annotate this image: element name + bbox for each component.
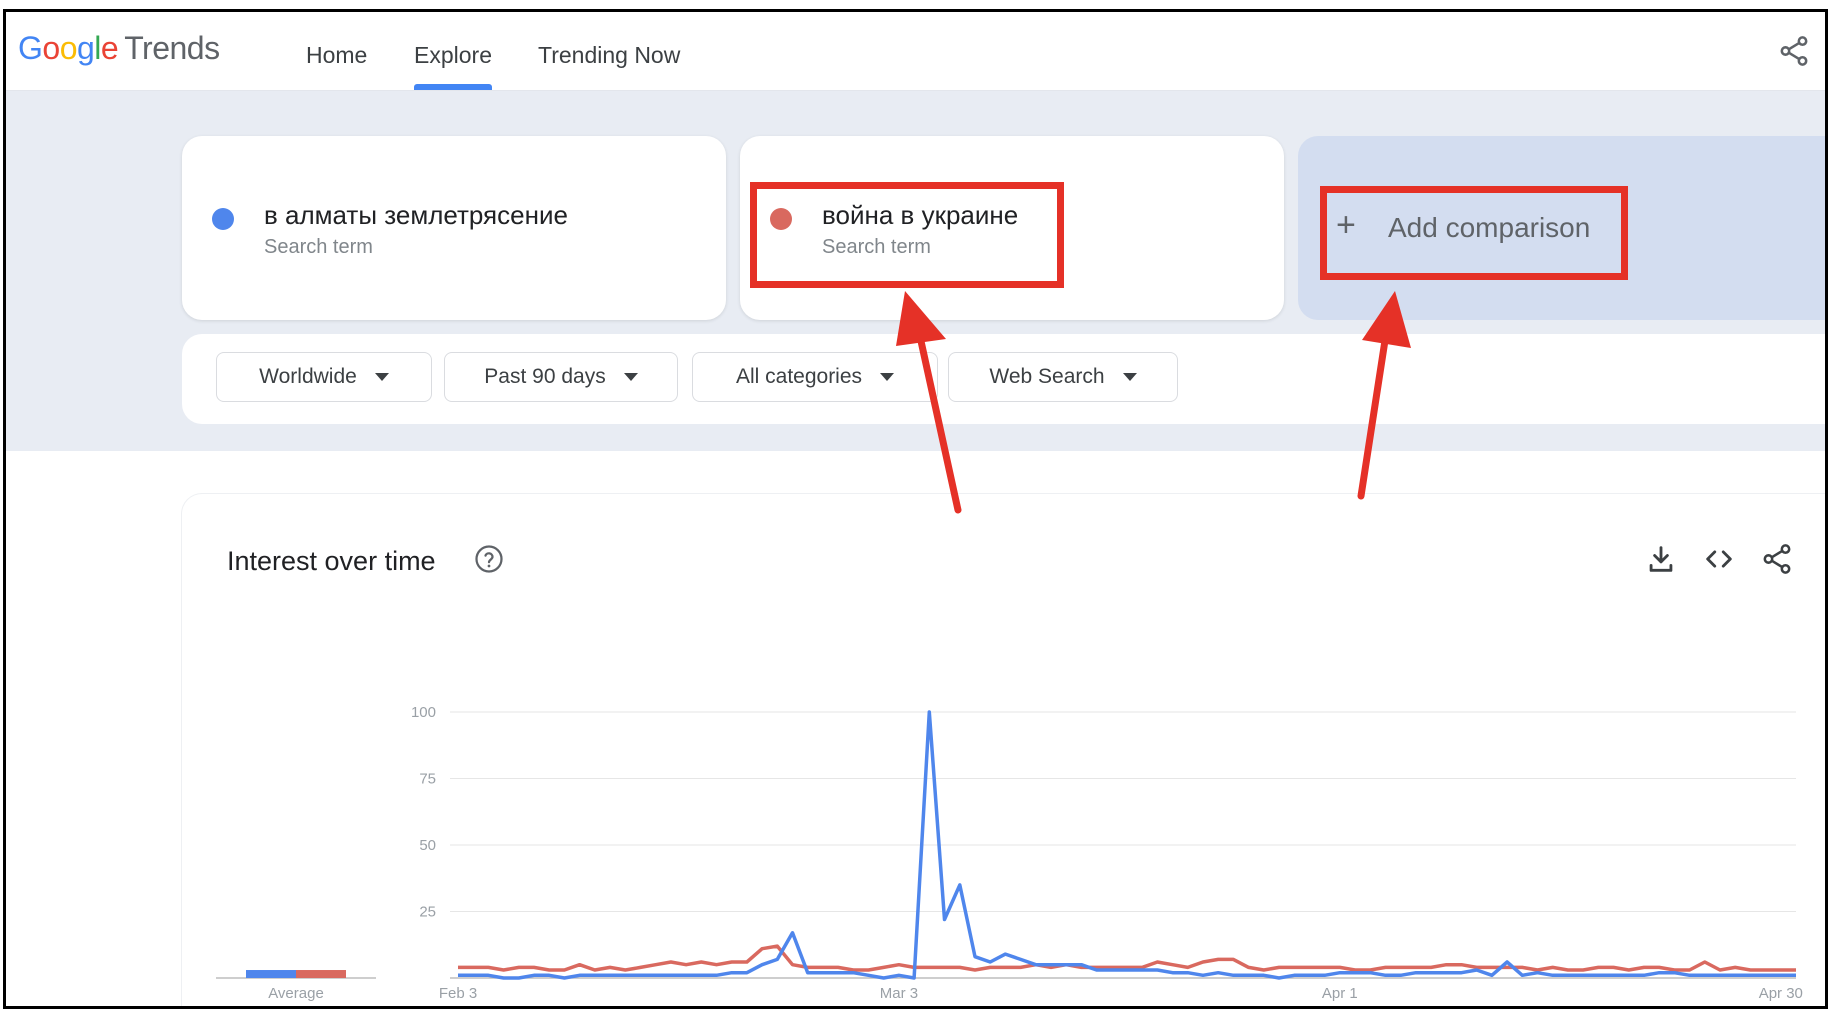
y-tick-label: 50 (419, 837, 436, 854)
screenshot-frame: Google Trends Home Explore Trending Now в… (3, 9, 1828, 1009)
y-tick-label: 75 (419, 771, 436, 788)
average-label: Average (268, 985, 324, 1002)
highlight-box-add-comparison (1320, 186, 1628, 280)
logo-letter: g (76, 30, 95, 66)
y-tick-label: 25 (419, 904, 436, 921)
logo-letter: o (42, 30, 60, 66)
region-dropdown[interactable]: Worldwide (216, 352, 432, 402)
nav-explore[interactable]: Explore (414, 42, 492, 69)
nav-trending-now[interactable]: Trending Now (538, 42, 680, 69)
nav-active-indicator (414, 84, 492, 90)
average-bar (296, 970, 346, 978)
x-tick-label: Apr 30 (1759, 985, 1803, 1002)
dropdown-label: Past 90 days (484, 365, 606, 388)
time-range-dropdown[interactable]: Past 90 days (444, 352, 678, 402)
filter-bar: Worldwide Past 90 days All categories We… (182, 334, 1825, 424)
caret-down-icon (623, 373, 638, 381)
logo-letter: e (100, 30, 119, 66)
caret-down-icon (374, 373, 389, 381)
series-line (458, 944, 1796, 972)
logo-letter: o (59, 30, 78, 66)
google-trends-logo[interactable]: Google Trends (18, 30, 220, 67)
logo-letter: G (18, 30, 43, 66)
x-tick-label: Feb 3 (439, 985, 477, 1002)
search-type-dropdown[interactable]: Web Search (948, 352, 1178, 402)
average-bar (246, 970, 296, 978)
search-term-card-1[interactable]: в алматы землетрясение Search term (182, 136, 726, 320)
logo-letter: l (94, 30, 101, 66)
x-tick-label: Apr 1 (1322, 985, 1358, 1002)
caret-down-icon (1122, 373, 1137, 381)
search-term-subtitle: Search term (264, 236, 373, 258)
interest-over-time-card: Interest over time 25 50 75 100 Feb 3 Mar 3 Ap… (182, 494, 1825, 1006)
top-bar: Google Trends Home Explore Trending Now (6, 12, 1825, 91)
interest-line-chart: 25 50 75 100 Feb 3 Mar 3 Apr 1 Apr 30 Average (216, 704, 1803, 1002)
logo-trends-text: Trends (124, 30, 220, 66)
y-tick-label: 100 (411, 704, 436, 721)
dropdown-label: All categories (735, 365, 863, 388)
highlight-box-search-term (750, 182, 1064, 288)
share-icon[interactable] (1777, 34, 1811, 68)
caret-down-icon (880, 373, 895, 381)
category-dropdown[interactable]: All categories (692, 352, 938, 402)
dropdown-label: Web Search (989, 365, 1105, 388)
x-tick-label: Mar 3 (880, 985, 918, 1002)
dropdown-label: Worldwide (259, 365, 357, 388)
series-color-dot (212, 208, 234, 230)
search-term-title[interactable]: в алматы землетрясение (264, 200, 568, 231)
nav-home[interactable]: Home (306, 42, 367, 69)
